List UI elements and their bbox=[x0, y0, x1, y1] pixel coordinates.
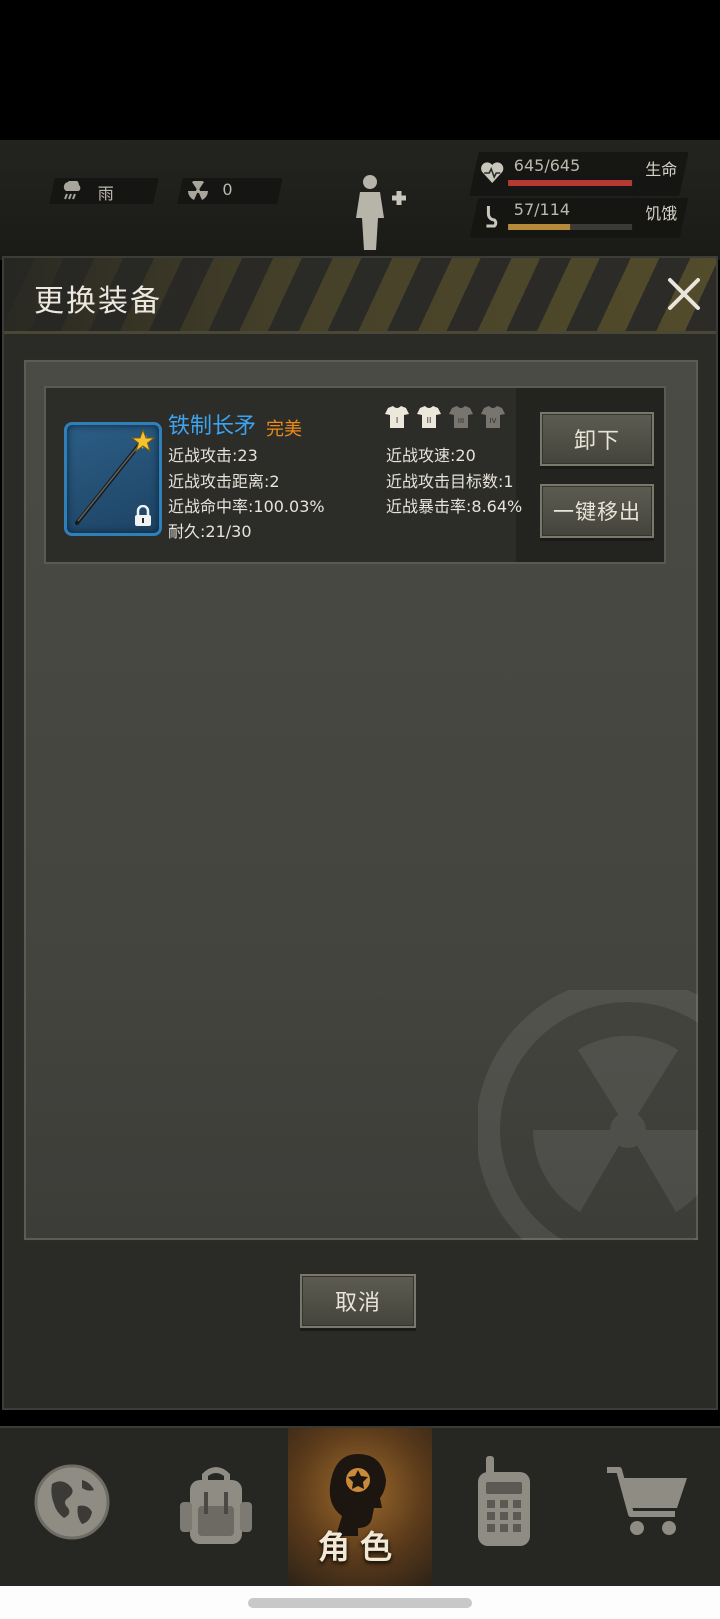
dialog-title: 更换装备 bbox=[34, 284, 162, 319]
stat-melee-attack: 近战攻击:23 bbox=[168, 446, 258, 465]
unequip-button[interactable]: 卸下 bbox=[540, 412, 654, 466]
status-hud: 雨 0 645/645 生命 57/114 饥饿 bbox=[0, 140, 720, 260]
tier-label-1: I bbox=[396, 416, 398, 425]
health-bar-fill bbox=[508, 180, 633, 186]
stat-melee-speed: 近战攻速:20 bbox=[386, 446, 476, 465]
cancel-button[interactable]: 取消 bbox=[300, 1274, 416, 1328]
nav-item-character-label: 角色 bbox=[317, 1528, 402, 1566]
globe-icon bbox=[34, 1464, 110, 1540]
body-status-icon[interactable] bbox=[348, 174, 410, 250]
nav-item-world[interactable] bbox=[0, 1428, 144, 1588]
equipment-list-panel: 铁制长矛 完美 近战攻击:23 近战攻击距离:2 近战命中率:100.03% 耐… bbox=[22, 358, 700, 1242]
nav-item-character[interactable]: 角色 bbox=[288, 1428, 432, 1588]
rain-cloud-icon bbox=[63, 181, 81, 200]
item-name: 铁制长矛 bbox=[168, 414, 257, 439]
stomach-icon bbox=[486, 206, 498, 228]
weather-pill: 雨 bbox=[49, 178, 159, 204]
hunger-bar bbox=[508, 224, 633, 230]
walkie-talkie-icon bbox=[478, 1456, 530, 1546]
stat-melee-range: 近战攻击距离:2 bbox=[168, 472, 280, 491]
hunger-label: 饥饿 bbox=[645, 204, 678, 223]
shopping-cart-icon bbox=[607, 1467, 687, 1535]
stat-melee-accuracy: 近战命中率:100.03% bbox=[168, 497, 325, 516]
health-bar bbox=[508, 180, 633, 186]
backpack-icon bbox=[180, 1467, 252, 1544]
item-quality: 完美 bbox=[266, 419, 302, 440]
weather-text: 雨 bbox=[97, 184, 114, 203]
equipment-item-card[interactable]: 铁制长矛 完美 近战攻击:23 近战攻击距离:2 近战命中率:100.03% 耐… bbox=[44, 386, 666, 564]
item-slot[interactable] bbox=[64, 422, 162, 536]
tier-label-3: III bbox=[458, 417, 464, 425]
nav-item-shop[interactable] bbox=[576, 1428, 720, 1588]
tier-shirt-icon-2: II bbox=[417, 406, 441, 428]
bottom-navigation: 角色 bbox=[0, 1426, 720, 1588]
home-indicator[interactable] bbox=[248, 1598, 472, 1608]
stat-melee-crit: 近战暴击率:8.64% bbox=[386, 497, 523, 516]
tier-label-4: IV bbox=[490, 417, 497, 425]
hunger-value: 57/114 bbox=[513, 200, 571, 219]
nav-item-backpack[interactable] bbox=[144, 1428, 288, 1588]
stat-durability: 耐久:21/30 bbox=[168, 522, 252, 541]
radiation-watermark-icon bbox=[478, 990, 698, 1240]
close-icon[interactable] bbox=[662, 272, 706, 316]
heart-icon bbox=[481, 162, 504, 183]
hunger-pill: 57/114 饥饿 bbox=[469, 198, 689, 238]
lock-icon bbox=[135, 505, 151, 526]
tier-shirt-icon-1: I bbox=[385, 406, 409, 428]
radiation-value: 0 bbox=[222, 180, 233, 199]
change-equipment-dialog: 更换装备 铁制长矛 完美 近战攻击:23 近战攻击距离:2 近战命中率:100.… bbox=[2, 256, 718, 1410]
tier-label-2: II bbox=[427, 416, 432, 425]
tier-shirt-icon-4: IV bbox=[481, 406, 505, 428]
dialog-header: 更换装备 bbox=[4, 258, 716, 334]
radiation-icon bbox=[188, 181, 208, 200]
health-pill: 645/645 生命 bbox=[469, 152, 689, 196]
star-icon bbox=[131, 429, 155, 453]
health-label: 生命 bbox=[645, 160, 678, 179]
health-value: 645/645 bbox=[513, 156, 581, 175]
remove-all-button[interactable]: 一键移出 bbox=[540, 484, 654, 538]
radiation-pill: 0 bbox=[177, 178, 283, 204]
nav-item-radio[interactable] bbox=[432, 1428, 576, 1588]
hunger-bar-fill bbox=[508, 224, 571, 230]
tier-shirt-icon-3: III bbox=[449, 406, 473, 428]
stat-melee-targets: 近战攻击目标数:1 bbox=[386, 472, 514, 491]
